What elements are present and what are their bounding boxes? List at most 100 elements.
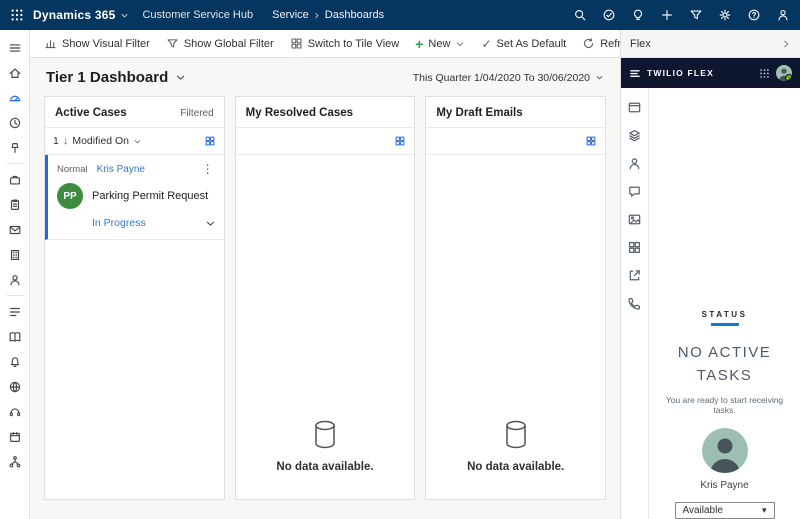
ready-text: You are ready to start receiving tasks. xyxy=(655,395,795,415)
flex-chat-icon[interactable] xyxy=(627,184,642,199)
sidebar-item-notifications[interactable] xyxy=(1,349,29,374)
twilio-flex-panel: TWILIO FLEX xyxy=(620,58,800,519)
chevron-down-icon xyxy=(120,11,129,20)
sort-row: 1 ↓ Modified On xyxy=(45,127,224,155)
sidebar-item-accounts[interactable] xyxy=(1,242,29,267)
chevron-down-icon[interactable] xyxy=(133,137,142,146)
status-underline xyxy=(711,323,739,326)
app-name[interactable]: Customer Service Hub xyxy=(142,9,253,21)
flex-panel-title: Flex xyxy=(630,38,651,50)
sidebar-item-dashboards[interactable] xyxy=(1,85,29,110)
flex-phone-icon[interactable] xyxy=(627,296,642,311)
flex-panel-header: Flex xyxy=(620,30,800,58)
flex-icon-rail xyxy=(621,88,649,519)
sidebar-item-queues[interactable] xyxy=(1,299,29,324)
switch-tile-view-button[interactable]: Switch to Tile View xyxy=(282,30,408,57)
sort-direction-icon[interactable]: ↓ xyxy=(63,135,69,147)
availability-value: Available xyxy=(683,505,723,516)
select-records-icon[interactable] xyxy=(394,135,406,147)
global-filter-icon xyxy=(166,37,179,50)
card-header: My Resolved Cases xyxy=(236,97,415,127)
show-global-filter-button[interactable]: Show Global Filter xyxy=(158,30,282,57)
flex-layers-icon[interactable] xyxy=(627,128,642,143)
sidebar-item-portals[interactable] xyxy=(1,374,29,399)
settings-gear-icon[interactable] xyxy=(718,8,732,22)
help-icon[interactable] xyxy=(747,8,761,22)
case-customer-link[interactable]: Kris Payne xyxy=(97,164,145,175)
availability-select[interactable]: Available ▾ xyxy=(675,502,775,519)
flex-tasks-icon[interactable] xyxy=(627,100,642,115)
date-range-filter[interactable]: This Quarter 1/04/2020 To 30/06/2020 xyxy=(413,72,604,84)
command-label: Set As Default xyxy=(497,38,567,50)
card-title: Active Cases xyxy=(55,107,127,119)
flex-content: STATUS NO ACTIVE TASKS You are ready to … xyxy=(649,88,800,519)
collapse-panel-icon[interactable] xyxy=(781,39,791,49)
sidebar-item-contacts[interactable] xyxy=(1,267,29,292)
dashboard-cards: Active Cases Filtered 1 ↓ Modified On No… xyxy=(30,94,620,500)
select-records-icon[interactable] xyxy=(204,135,216,147)
brand-switcher[interactable]: Dynamics 365 xyxy=(33,8,129,22)
sidebar-item-activities[interactable] xyxy=(1,192,29,217)
case-list-item[interactable]: Normal Kris Payne ⋮ PP Parking Permit Re… xyxy=(45,155,224,240)
more-options-icon[interactable]: ⋮ xyxy=(200,163,216,175)
sidebar-item-calendar[interactable] xyxy=(1,424,29,449)
chevron-down-icon xyxy=(455,39,465,49)
filter-icon[interactable] xyxy=(689,8,703,22)
check-icon: ✓ xyxy=(481,38,491,50)
flex-agent-avatar[interactable] xyxy=(776,65,792,81)
case-title[interactable]: Parking Permit Request xyxy=(92,190,208,202)
filtered-badge: Filtered xyxy=(180,108,213,119)
sidebar-item-home[interactable] xyxy=(1,60,29,85)
case-title-row: PP Parking Permit Request xyxy=(57,183,216,209)
new-record-icon[interactable] xyxy=(660,8,674,22)
case-status-link[interactable]: In Progress xyxy=(92,217,146,229)
no-active-tasks-heading: NO ACTIVE TASKS xyxy=(669,341,781,388)
search-icon[interactable] xyxy=(573,8,587,22)
lightbulb-icon[interactable] xyxy=(631,8,645,22)
flex-apps-icon[interactable] xyxy=(627,240,642,255)
breadcrumb-page[interactable]: Dashboards xyxy=(325,9,384,21)
show-visual-filter-button[interactable]: Show Visual Filter xyxy=(36,30,158,57)
chevron-down-icon[interactable] xyxy=(205,218,216,229)
sidebar-item-pinned[interactable] xyxy=(1,135,29,160)
flex-media-icon[interactable] xyxy=(627,212,642,227)
breadcrumb-section[interactable]: Service xyxy=(272,9,309,21)
new-button[interactable]: + New xyxy=(407,30,473,57)
no-data-icon xyxy=(502,419,530,451)
status-heading: STATUS xyxy=(702,310,748,319)
case-priority: Normal xyxy=(57,164,88,175)
card-header: My Draft Emails xyxy=(426,97,605,127)
tile-view-icon xyxy=(290,37,303,50)
app-launcher-icon[interactable] xyxy=(10,8,24,22)
dashboard-selector[interactable]: Tier 1 Dashboard xyxy=(46,69,186,86)
caret-down-icon: ▾ xyxy=(762,505,767,516)
chevron-down-icon xyxy=(595,73,604,82)
no-data-text: No data available. xyxy=(467,461,564,473)
twilio-flex-topbar: TWILIO FLEX xyxy=(621,58,800,88)
menu-icon[interactable] xyxy=(1,35,29,60)
sort-row xyxy=(426,127,605,155)
card-active-cases: Active Cases Filtered 1 ↓ Modified On No… xyxy=(44,96,225,500)
flex-apps-grid-icon[interactable] xyxy=(759,68,770,79)
sidebar-item-knowledge[interactable] xyxy=(1,324,29,349)
sidebar-item-support[interactable] xyxy=(1,399,29,424)
sort-field[interactable]: Modified On xyxy=(72,135,129,147)
no-data-icon xyxy=(311,419,339,451)
refresh-icon xyxy=(582,37,595,50)
set-as-default-button[interactable]: ✓ Set As Default xyxy=(473,30,574,57)
flex-agents-icon[interactable] xyxy=(627,156,642,171)
visual-filter-icon xyxy=(44,37,57,50)
left-sidebar xyxy=(0,30,30,519)
case-meta-row: Normal Kris Payne ⋮ xyxy=(57,163,216,175)
task-check-icon[interactable] xyxy=(602,8,616,22)
sidebar-item-hierarchy[interactable] xyxy=(1,449,29,474)
twilio-flex-brand: TWILIO FLEX xyxy=(647,68,714,78)
sidebar-item-cases[interactable] xyxy=(1,167,29,192)
select-records-icon[interactable] xyxy=(585,135,597,147)
account-person-icon[interactable] xyxy=(776,8,790,22)
sidebar-item-recent[interactable] xyxy=(1,110,29,135)
flex-transfer-icon[interactable] xyxy=(627,268,642,283)
presence-dot xyxy=(785,74,792,81)
sidebar-item-email[interactable] xyxy=(1,217,29,242)
sort-row xyxy=(236,127,415,155)
